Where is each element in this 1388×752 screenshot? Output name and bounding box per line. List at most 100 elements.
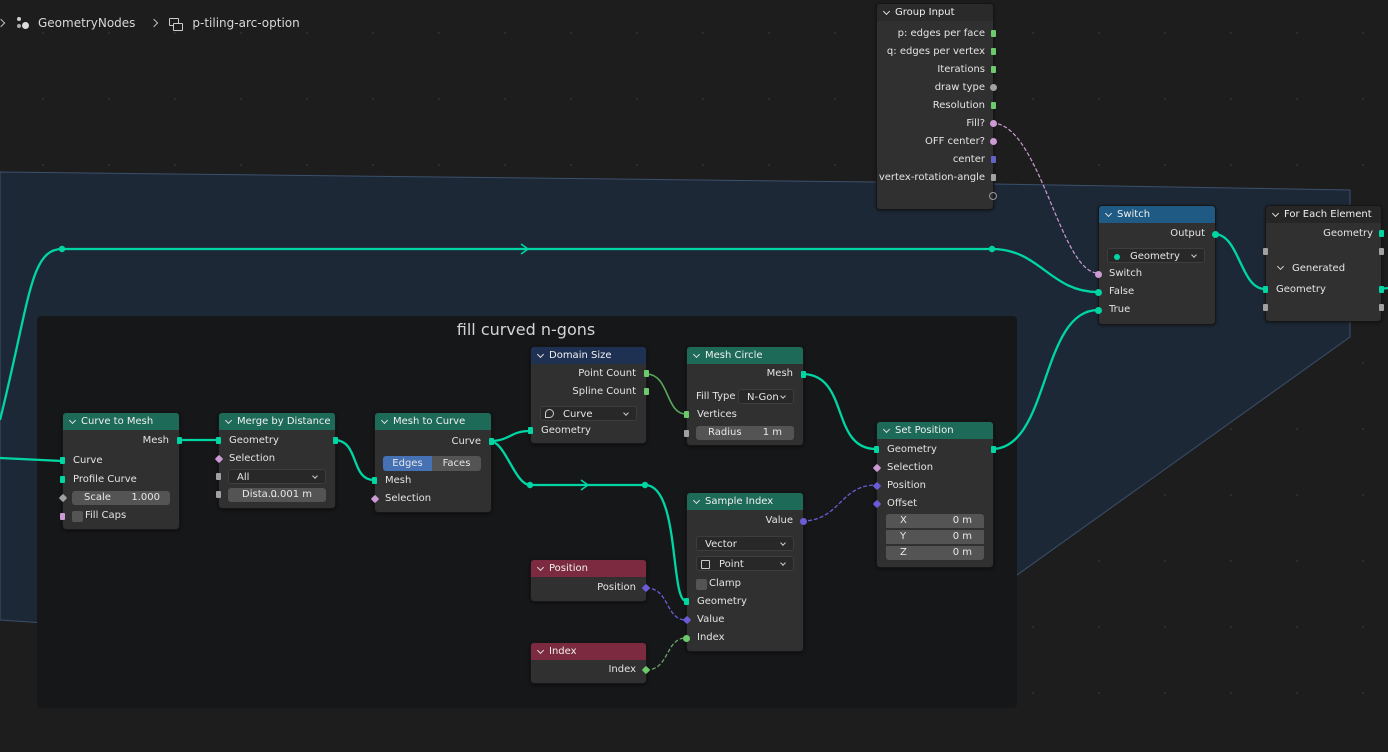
data-type-dropdown[interactable]: Vector [696, 536, 794, 551]
socket-input[interactable] [683, 635, 690, 642]
radius-field[interactable]: Radius 1 m [696, 426, 794, 440]
node-header[interactable]: Merge by Distance [219, 413, 335, 430]
socket-input[interactable] [874, 446, 879, 453]
socket-input[interactable] [1095, 289, 1102, 296]
clamp-checkbox[interactable] [696, 579, 707, 590]
socket-output[interactable] [800, 518, 807, 525]
node-header[interactable]: Switch [1099, 206, 1215, 223]
socket-input[interactable] [684, 430, 689, 437]
socket-label: Position [887, 480, 926, 491]
socket-input[interactable] [216, 491, 221, 498]
type-dropdown[interactable]: Geometry [1107, 248, 1205, 263]
node-header[interactable]: Group Input [877, 4, 993, 21]
node-mesh-circle[interactable]: Mesh Circle Mesh Fill Type N-Gon Vertice… [684, 346, 806, 446]
mode-edges-button[interactable]: Edges [383, 456, 432, 471]
offset-z-field[interactable]: Z 0 m [886, 546, 984, 560]
socket-output[interactable] [177, 437, 182, 444]
socket-label: Value [697, 614, 725, 625]
socket-output[interactable] [991, 30, 996, 37]
point-domain-icon [701, 560, 710, 569]
socket-output[interactable] [991, 174, 996, 181]
socket-output[interactable] [990, 84, 997, 91]
node-index[interactable]: Index Index [530, 642, 651, 684]
socket-output[interactable] [1379, 230, 1384, 237]
node-header[interactable]: Curve to Mesh [63, 413, 179, 430]
node-header[interactable]: Mesh to Curve [375, 413, 491, 430]
socket-label: Geometry [887, 444, 937, 455]
node-header[interactable]: For Each Element [1266, 206, 1381, 223]
node-domain-size[interactable]: Domain Size Point Count Spline Count Cur… [528, 346, 649, 444]
socket-input[interactable] [1095, 271, 1102, 278]
node-sample-index[interactable]: Sample Index Value Vector Point Clamp Ge… [682, 492, 807, 652]
node-position[interactable]: Position Position [530, 559, 651, 602]
offset-y-field[interactable]: Y 0 m [886, 530, 984, 544]
socket-label: Mesh [142, 435, 169, 446]
socket-input[interactable] [1263, 304, 1268, 311]
socket-input[interactable] [1263, 286, 1268, 293]
node-curve-to-mesh[interactable]: Curve to Mesh Mesh Curve Profile Curve S… [58, 412, 182, 530]
chevron-down-icon[interactable] [1276, 262, 1285, 271]
socket-output[interactable] [489, 438, 494, 445]
socket-input[interactable] [1263, 248, 1268, 255]
wire-index-index [645, 637, 687, 671]
socket-output[interactable] [991, 48, 996, 55]
fill-caps-checkbox[interactable] [72, 511, 83, 522]
node-header[interactable]: Set Position [877, 422, 993, 439]
wire-circle-setpos [801, 372, 877, 451]
socket-input[interactable] [684, 411, 689, 418]
socket-output[interactable] [990, 120, 997, 127]
socket-label: Vertices [697, 409, 737, 420]
socket-label: True [1109, 304, 1131, 315]
socket-input[interactable] [60, 476, 65, 483]
socket-input[interactable] [60, 513, 65, 520]
node-mesh-to-curve[interactable]: Mesh to Curve Curve Edges Faces Mesh Sel… [370, 412, 494, 513]
socket-output[interactable] [1379, 248, 1384, 255]
node-header[interactable]: Mesh Circle [687, 347, 803, 364]
socket-output[interactable] [991, 102, 996, 109]
scale-field[interactable]: Scale 1.000 [72, 491, 170, 505]
socket-input[interactable] [684, 598, 689, 605]
node-tree-icon [169, 17, 184, 31]
socket-input[interactable] [216, 437, 221, 444]
offset-x-field[interactable]: X 0 m [886, 514, 984, 528]
socket-output[interactable] [991, 66, 996, 73]
socket-input[interactable] [60, 457, 65, 464]
socket-output[interactable] [644, 370, 649, 377]
fill-type-dropdown[interactable]: N-Gon [738, 389, 794, 404]
socket-output[interactable] [333, 437, 338, 444]
node-header[interactable]: Index [531, 643, 646, 660]
socket-input[interactable] [1095, 307, 1102, 314]
socket-output[interactable] [1379, 304, 1384, 311]
mode-dropdown[interactable]: All [228, 469, 326, 484]
socket-input[interactable] [372, 477, 377, 484]
socket-output[interactable] [1379, 286, 1384, 293]
field-label: Fill Type [696, 391, 736, 402]
socket-label: q: edges per vertex [886, 46, 985, 57]
socket-output[interactable] [991, 156, 996, 163]
socket-output-virtual[interactable] [989, 192, 997, 200]
socket-input[interactable] [216, 473, 221, 480]
node-header[interactable]: Position [531, 560, 646, 577]
node-header[interactable]: Sample Index [687, 493, 803, 510]
distance-field[interactable]: Dista... 0.001 m [228, 488, 326, 502]
socket-output[interactable] [801, 371, 806, 378]
node-for-each-element[interactable]: For Each Element Geometry Generated Geom… [1263, 205, 1384, 322]
panel-label[interactable]: Generated [1292, 263, 1345, 274]
socket-output[interactable] [644, 388, 649, 395]
socket-output[interactable] [1212, 231, 1219, 238]
node-switch[interactable]: Switch Output Geometry Switch False True [1095, 205, 1219, 325]
node-set-position[interactable]: Set Position Geometry Selection Position… [872, 421, 996, 568]
field-label: Y [900, 531, 907, 542]
domain-dropdown[interactable]: Point [696, 556, 794, 571]
domain-type-dropdown[interactable]: Curve [540, 406, 637, 421]
curve-icon [545, 409, 554, 418]
node-merge-by-distance[interactable]: Merge by Distance Geometry Selection All… [214, 412, 338, 509]
breadcrumb-item-node-tree[interactable]: p-tiling-arc-option [192, 16, 299, 30]
node-group-input[interactable]: Group Input p: edges per face q: edges p… [876, 3, 997, 210]
breadcrumb-item-modifier[interactable]: GeometryNodes [38, 16, 135, 30]
socket-output[interactable] [990, 138, 997, 145]
socket-input[interactable] [528, 427, 533, 434]
socket-output[interactable] [991, 446, 996, 453]
node-header[interactable]: Domain Size [531, 347, 646, 364]
mode-faces-button[interactable]: Faces [432, 456, 481, 471]
